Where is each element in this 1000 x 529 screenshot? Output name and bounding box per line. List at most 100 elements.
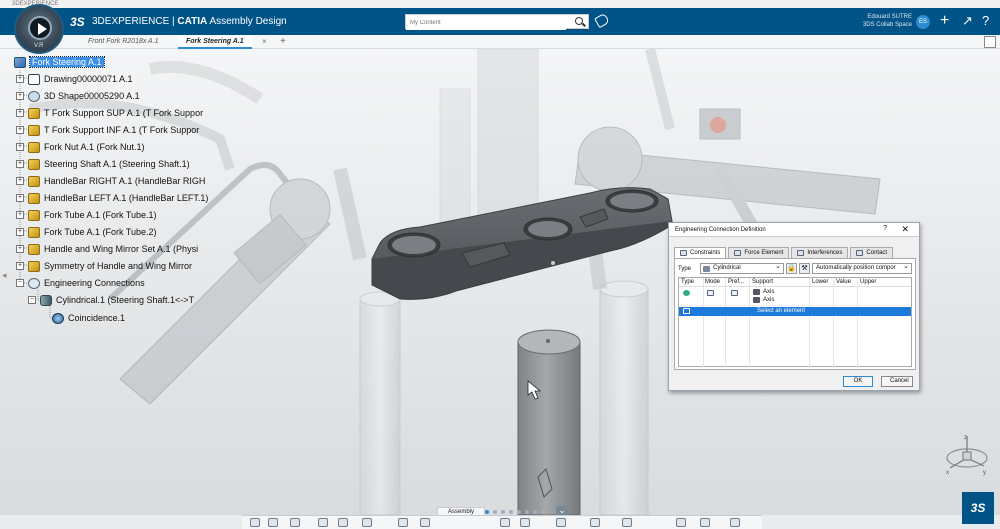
tree-node[interactable]: − Engineering Connections xyxy=(16,275,145,291)
tab-close-icon[interactable]: × xyxy=(262,35,267,49)
tree-node-label[interactable]: Fork Tube A.1 (Fork Tube.2) xyxy=(44,227,157,237)
tree-node-label[interactable]: Symmetry of Handle and Wing Mirror xyxy=(44,261,192,271)
ds-corner-logo-icon[interactable]: 3S xyxy=(962,492,994,524)
section-tool-icon[interactable] xyxy=(590,518,600,527)
cancel-button[interactable]: Cancel xyxy=(881,376,913,387)
tree-node-label[interactable]: Fork Steering A.1 xyxy=(29,56,105,68)
table-row[interactable]: Axis Axis xyxy=(679,288,911,306)
lock-icon[interactable]: 🔒 xyxy=(786,263,797,274)
search-icon[interactable] xyxy=(575,17,583,25)
explode-tool-icon[interactable] xyxy=(338,518,348,527)
tree-node[interactable]: + Drawing00000071 A.1 xyxy=(16,71,133,87)
tab-constraints[interactable]: Constraints xyxy=(674,247,727,258)
play-icon[interactable] xyxy=(28,16,52,40)
tree-node[interactable]: + Fork Tube A.1 (Fork Tube.2) xyxy=(16,224,157,240)
select-tool-icon[interactable] xyxy=(250,518,260,527)
expand-icon[interactable]: + xyxy=(16,160,24,168)
expand-icon[interactable]: + xyxy=(16,143,24,151)
tree-node-label[interactable]: T Fork Support SUP A.1 (T Fork Suppor xyxy=(44,108,203,118)
plus-icon[interactable]: + xyxy=(940,13,949,29)
position-select[interactable]: Automatically position compor xyxy=(812,262,912,274)
pager-dot[interactable] xyxy=(501,510,505,514)
pager-dot[interactable] xyxy=(517,510,521,514)
move-tool-icon[interactable] xyxy=(268,518,278,527)
insert-tool-icon[interactable] xyxy=(290,518,300,527)
robot-compass-icon[interactable]: z x y xyxy=(940,432,990,477)
tree-node[interactable]: + HandleBar LEFT A.1 (HandleBar LEFT.1) xyxy=(16,190,208,206)
close-icon[interactable]: ✕ xyxy=(901,224,909,235)
expand-icon[interactable]: + xyxy=(16,211,24,219)
tab-add-icon[interactable]: + xyxy=(280,35,286,49)
tree-node-label[interactable]: Fork Nut A.1 (Fork Nut.1) xyxy=(44,142,145,152)
action-bar-pager[interactable] xyxy=(485,510,545,514)
collapse-icon[interactable]: − xyxy=(28,296,36,304)
expand-icon[interactable]: + xyxy=(16,75,24,83)
expand-icon[interactable]: + xyxy=(16,92,24,100)
tree-node[interactable]: + T Fork Support SUP A.1 (T Fork Suppor xyxy=(16,105,203,121)
table-row-selected[interactable]: Select an element xyxy=(679,307,911,316)
tree-node[interactable]: + Fork Tube A.1 (Fork Tube.1) xyxy=(16,207,157,223)
tree-node[interactable]: + T Fork Support INF A.1 (T Fork Suppor xyxy=(16,122,199,138)
expand-icon[interactable]: + xyxy=(16,228,24,236)
tab-force-element[interactable]: Force Element xyxy=(728,247,790,258)
fullscreen-icon[interactable] xyxy=(984,36,996,48)
pattern-tool-icon[interactable] xyxy=(500,518,510,527)
tree-node-label[interactable]: Coincidence.1 xyxy=(68,313,125,323)
expand-icon[interactable]: + xyxy=(16,194,24,202)
collapse-icon[interactable]: − xyxy=(16,279,24,287)
expand-icon[interactable]: + xyxy=(16,177,24,185)
tree-node[interactable]: + 3D Shape00005290 A.1 xyxy=(16,88,140,104)
symmetry-tool-icon[interactable] xyxy=(520,518,530,527)
tab-contact[interactable]: Contact xyxy=(850,247,894,258)
expand-icon[interactable]: + xyxy=(16,126,24,134)
tree-node-label[interactable]: 3D Shape00005290 A.1 xyxy=(44,91,140,101)
type-select[interactable]: Cylindrical xyxy=(700,262,784,274)
tab-fork-steering[interactable]: Fork Steering A.1 xyxy=(178,35,252,49)
tag-icon[interactable] xyxy=(594,12,610,29)
fork-tube-right[interactable] xyxy=(599,280,649,515)
more-tools-icon[interactable] xyxy=(730,518,740,527)
tree-node[interactable]: + Handle and Wing Mirror Set A.1 (Physi xyxy=(16,241,198,257)
tree-node-label[interactable]: T Fork Support INF A.1 (T Fork Suppor xyxy=(44,125,199,135)
tree-node[interactable]: + HandleBar RIGHT A.1 (HandleBar RIGH xyxy=(16,173,205,189)
tree-node-label[interactable]: Cylindrical.1 (Steering Shaft.1<->T xyxy=(56,295,194,305)
collapse-panel-icon[interactable]: ◂ xyxy=(2,270,7,281)
pager-dot[interactable] xyxy=(493,510,497,514)
tab-front-fork[interactable]: Front Fork R2018x A.1 xyxy=(80,35,167,49)
share-icon[interactable]: ↗ xyxy=(962,14,973,28)
help-icon[interactable]: ? xyxy=(982,14,989,28)
tree-node[interactable]: + Steering Shaft A.1 (Steering Shaft.1) xyxy=(16,156,190,172)
help-icon[interactable]: ? xyxy=(883,225,887,232)
tree-node[interactable]: Coincidence.1 xyxy=(52,310,125,326)
compass-button[interactable]: V.R xyxy=(14,4,64,54)
pager-dot[interactable] xyxy=(485,510,489,514)
expand-icon[interactable]: + xyxy=(16,262,24,270)
tree-node-label[interactable]: Fork Tube A.1 (Fork Tube.1) xyxy=(44,210,157,220)
avatar[interactable]: ES xyxy=(916,15,930,29)
measure-tool-icon[interactable] xyxy=(622,518,632,527)
tree-node-label[interactable]: HandleBar RIGHT A.1 (HandleBar RIGH xyxy=(44,176,205,186)
position-icon[interactable]: ⚒ xyxy=(799,263,810,274)
pager-dot[interactable] xyxy=(509,510,513,514)
tree-node-label[interactable]: Handle and Wing Mirror Set A.1 (Physi xyxy=(44,244,198,254)
tree-node-label[interactable]: Engineering Connections xyxy=(44,278,145,288)
tree-node-root[interactable]: Fork Steering A.1 xyxy=(14,54,105,70)
steering-shaft[interactable] xyxy=(517,329,581,515)
tree-node-label[interactable]: Drawing00000071 A.1 xyxy=(44,74,133,84)
view-tool-icon[interactable] xyxy=(676,518,686,527)
fix-tool-icon[interactable] xyxy=(420,518,430,527)
engineering-connection-icon[interactable] xyxy=(362,518,372,527)
tree-node[interactable]: + Fork Nut A.1 (Fork Nut.1) xyxy=(16,139,145,155)
tree-node-label[interactable]: Steering Shaft A.1 (Steering Shaft.1) xyxy=(44,159,190,169)
tree-node[interactable]: + Symmetry of Handle and Wing Mirror xyxy=(16,258,192,274)
search-box[interactable] xyxy=(405,14,589,30)
pager-dot[interactable] xyxy=(533,510,537,514)
pager-dot[interactable] xyxy=(541,510,545,514)
clash-tool-icon[interactable] xyxy=(556,518,566,527)
pager-dot[interactable] xyxy=(525,510,529,514)
tab-interferences[interactable]: Interferences xyxy=(791,247,849,258)
fork-tube-left[interactable] xyxy=(359,291,401,515)
tree-node-label[interactable]: HandleBar LEFT A.1 (HandleBar LEFT.1) xyxy=(44,193,208,203)
search-input[interactable] xyxy=(406,16,566,30)
snap-tool-icon[interactable] xyxy=(318,518,328,527)
